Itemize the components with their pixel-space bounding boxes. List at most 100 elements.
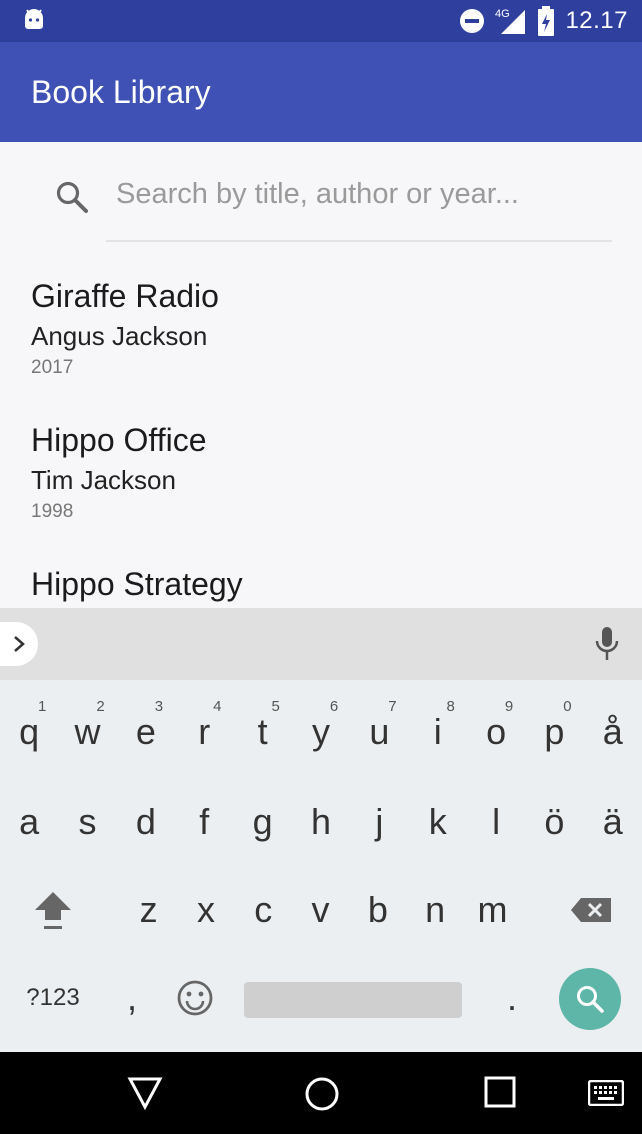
key-q[interactable]: q1: [0, 688, 58, 776]
key-row-4: ?123 , .: [0, 954, 642, 1042]
book-title: Hippo Office: [31, 422, 207, 458]
key-b[interactable]: b: [349, 866, 406, 954]
key-h[interactable]: h: [292, 778, 350, 866]
key-hint-number: 1: [38, 698, 47, 715]
key-å[interactable]: å: [584, 688, 642, 776]
emoji-icon: [177, 980, 213, 1016]
keyboard-switch-icon[interactable]: [588, 1080, 624, 1106]
chevron-right-icon: [14, 636, 25, 652]
key-a[interactable]: a: [0, 778, 58, 866]
key-hint-number: 7: [388, 698, 397, 715]
key-j[interactable]: j: [350, 778, 408, 866]
network-type: 4G: [495, 8, 510, 20]
key-label: y: [311, 711, 330, 752]
status-bar: 4G 12.17: [0, 0, 642, 42]
key-hint-number: 4: [213, 698, 222, 715]
navigation-bar: [0, 1052, 642, 1134]
expand-toolbar-button[interactable]: [0, 622, 38, 666]
key-label: o: [486, 711, 507, 752]
suggestion-strip: [0, 608, 642, 680]
recents-icon[interactable]: [484, 1076, 516, 1108]
key-e[interactable]: e3: [117, 688, 175, 776]
key-i[interactable]: i8: [409, 688, 467, 776]
key-hint-number: 2: [96, 698, 105, 715]
book-title: Giraffe Radio: [31, 278, 219, 314]
microphone-icon[interactable]: [594, 626, 620, 662]
key-z[interactable]: z: [120, 866, 177, 954]
period-key[interactable]: .: [492, 954, 532, 1042]
key-y[interactable]: y6: [292, 688, 350, 776]
key-label: u: [369, 711, 390, 752]
key-d[interactable]: d: [117, 778, 175, 866]
search-underline: [106, 240, 612, 242]
key-label: t: [257, 711, 268, 752]
key-hint-number: 6: [329, 698, 339, 715]
app-title: Book Library: [31, 74, 211, 110]
key-c[interactable]: c: [235, 866, 292, 954]
shift-icon: [35, 892, 71, 929]
back-icon[interactable]: [127, 1076, 163, 1110]
key-s[interactable]: s: [58, 778, 116, 866]
key-row-1: q1w2e3r4t5y6u7i8o9p0å: [0, 688, 642, 776]
clock: 12.17: [565, 7, 628, 34]
key-row-3: zxcvbnm: [0, 866, 642, 954]
key-m[interactable]: m: [464, 866, 521, 954]
space-key[interactable]: [244, 982, 462, 1018]
key-w[interactable]: w2: [58, 688, 116, 776]
symbols-key[interactable]: ?123: [18, 954, 88, 1042]
key-label: e: [135, 711, 156, 752]
book-item[interactable]: Giraffe Radio Angus Jackson 2017: [31, 276, 219, 380]
key-u[interactable]: u7: [350, 688, 408, 776]
book-author: Angus Jackson: [31, 321, 208, 351]
search-input[interactable]: [106, 174, 612, 214]
android-icon: [25, 9, 43, 29]
search-icon: [577, 986, 604, 1013]
do-not-disturb-icon: [460, 9, 485, 33]
key-label: å: [602, 711, 623, 752]
key-ä[interactable]: ä: [584, 778, 642, 866]
book-list-screen: Giraffe Radio Angus Jackson 2017 Hippo O…: [0, 142, 642, 608]
book-year: 1998: [31, 501, 74, 522]
key-hint-number: 8: [446, 698, 455, 715]
book-title: Hippo Strategy: [31, 566, 243, 602]
key-row-2: asdfghjklöä: [0, 778, 642, 866]
key-label: w: [74, 711, 101, 752]
key-ö[interactable]: ö: [525, 778, 583, 866]
key-r[interactable]: r4: [175, 688, 233, 776]
book-author: Tim Jackson: [31, 465, 176, 495]
key-n[interactable]: n: [407, 866, 464, 954]
signal-icon: 4G: [495, 8, 526, 34]
backspace-key[interactable]: [560, 866, 622, 954]
key-hint-number: 0: [563, 698, 572, 715]
comma-key[interactable]: ,: [112, 954, 152, 1042]
key-t[interactable]: t5: [233, 688, 291, 776]
soft-keyboard: q1w2e3r4t5y6u7i8o9p0å asdfghjklöä zxcvbn…: [0, 608, 642, 1052]
key-label: p: [544, 711, 565, 752]
key-hint-number: 5: [271, 698, 280, 715]
key-label: q: [19, 711, 40, 752]
key-v[interactable]: v: [292, 866, 349, 954]
search-action-key[interactable]: [559, 968, 621, 1030]
book-item[interactable]: Hippo Strategy: [31, 564, 243, 604]
key-label: i: [433, 711, 442, 752]
key-p[interactable]: p0: [525, 688, 583, 776]
shift-key[interactable]: [22, 866, 84, 954]
search-bar: [0, 142, 642, 242]
home-icon[interactable]: [304, 1076, 340, 1112]
book-year: 2017: [31, 357, 74, 378]
book-item[interactable]: Hippo Office Tim Jackson 1998: [31, 420, 207, 524]
key-k[interactable]: k: [409, 778, 467, 866]
search-icon: [56, 181, 88, 213]
key-hint-number: 3: [154, 698, 164, 715]
app-bar: Book Library: [0, 42, 642, 142]
key-label: r: [198, 711, 211, 752]
backspace-icon: [571, 898, 611, 922]
key-f[interactable]: f: [175, 778, 233, 866]
key-g[interactable]: g: [233, 778, 291, 866]
emoji-key[interactable]: [172, 954, 218, 1042]
key-x[interactable]: x: [177, 866, 234, 954]
key-hint-number: 9: [504, 698, 514, 715]
battery-icon: [538, 6, 555, 36]
key-o[interactable]: o9: [467, 688, 525, 776]
key-l[interactable]: l: [467, 778, 525, 866]
